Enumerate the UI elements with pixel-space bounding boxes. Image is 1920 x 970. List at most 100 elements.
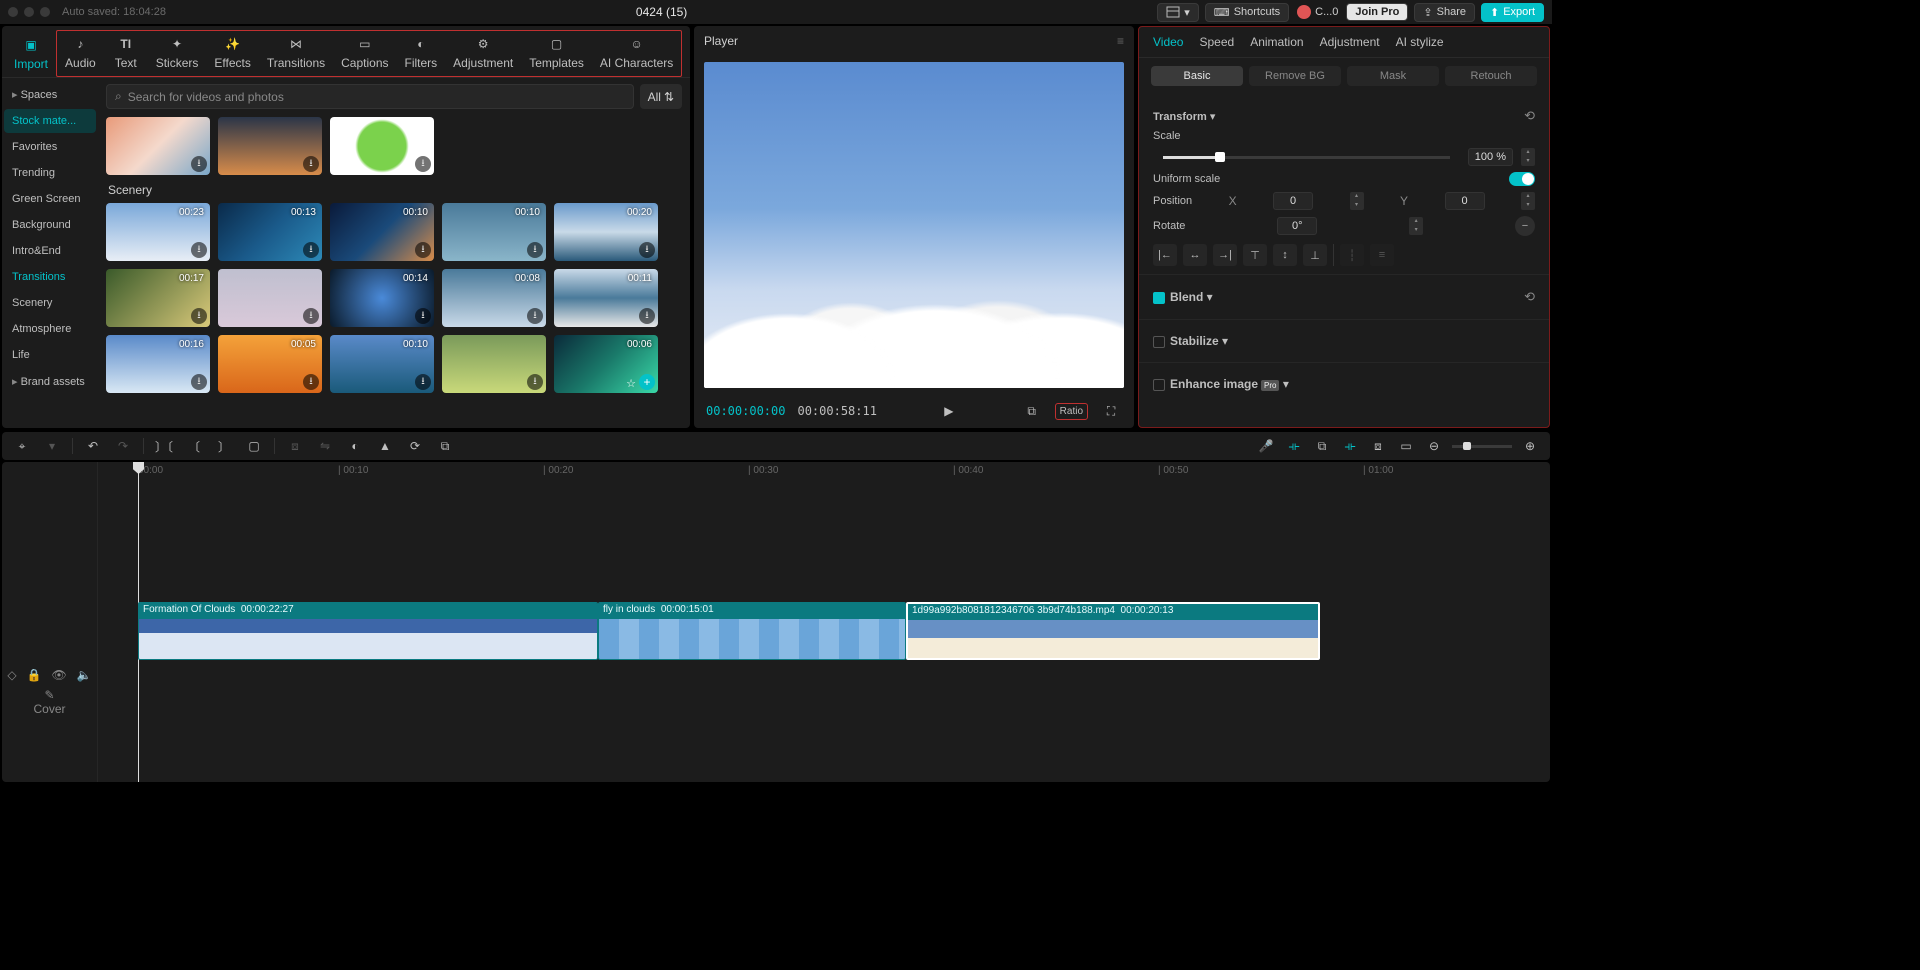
redo-icon[interactable]: ↷ <box>113 436 133 456</box>
thumbnail[interactable]: 00:11⭳ <box>554 269 658 327</box>
thumbnail[interactable]: 00:23⭳ <box>106 203 210 261</box>
tab-audio[interactable]: ♪Audio <box>57 31 104 76</box>
sidebar-item-background[interactable]: Background <box>4 213 96 237</box>
thumbnail[interactable]: ⭳ <box>442 335 546 393</box>
blend-label[interactable]: Blend ▾ <box>1153 290 1213 304</box>
rotate-icon[interactable]: ⟳ <box>405 436 425 456</box>
sidebar-item-brandassets[interactable]: Brand assets <box>4 369 96 394</box>
scale-slider[interactable] <box>1163 156 1450 159</box>
thumbnail[interactable]: 00:10⭳ <box>330 203 434 261</box>
thumbnail[interactable]: ⭳ <box>106 117 210 175</box>
stabilize-checkbox[interactable] <box>1153 336 1165 348</box>
layout-button[interactable]: ▾ <box>1157 3 1199 22</box>
pos-y-value[interactable]: 0 <box>1445 192 1485 210</box>
thumbnail[interactable]: 00:10⭳ <box>442 203 546 261</box>
sidebar-item-favorites[interactable]: Favorites <box>4 135 96 159</box>
pos-x-stepper[interactable]: ▴▾ <box>1350 192 1364 210</box>
thumbnail[interactable]: 00:08⭳ <box>442 269 546 327</box>
trim-right-icon[interactable]: 〕 <box>214 436 234 456</box>
tab-stickers[interactable]: ✦Stickers <box>148 31 207 76</box>
pos-y-stepper[interactable]: ▴▾ <box>1521 192 1535 210</box>
thumbnail[interactable]: ⭳ <box>330 117 434 175</box>
uniform-toggle[interactable] <box>1509 172 1535 186</box>
sidebar-item-transitions[interactable]: Transitions <box>4 265 96 289</box>
scale-value[interactable]: 100 % <box>1468 148 1513 166</box>
stabilize-label[interactable]: Stabilize ▾ <box>1153 334 1228 348</box>
align-vcenter-icon[interactable]: ↕ <box>1273 244 1297 266</box>
link-icon[interactable]: ⧉ <box>1312 436 1332 456</box>
gutter-eye-icon[interactable]: 👁 <box>52 668 67 682</box>
insp-tab-adjustment[interactable]: Adjustment <box>1320 35 1380 49</box>
mirror-button[interactable]: − <box>1515 216 1535 236</box>
thumbnail[interactable]: 00:13⭳ <box>218 203 322 261</box>
window-controls[interactable] <box>8 7 50 17</box>
sidebar-item-spaces[interactable]: Spaces <box>4 82 96 107</box>
thumbnail[interactable]: 00:14⭳ <box>330 269 434 327</box>
filter-all[interactable]: All ⇅ <box>640 84 682 109</box>
thumbnail[interactable]: 00:20⭳ <box>554 203 658 261</box>
tab-import[interactable]: ▣Import <box>6 32 56 77</box>
tab-transitions[interactable]: ⋈Transitions <box>259 31 333 76</box>
zoom-in-icon[interactable]: ⊕ <box>1520 436 1540 456</box>
thumbnail[interactable]: ⭳ <box>218 269 322 327</box>
split-icon[interactable]: 〕〔 <box>154 436 174 456</box>
crop-icon[interactable]: ⧉ <box>435 436 455 456</box>
reverse-icon[interactable]: ◐ <box>345 436 365 456</box>
sub-removebg[interactable]: Remove BG <box>1249 66 1341 86</box>
clip-2[interactable]: fly in clouds 00:00:15:01 <box>598 602 906 660</box>
flip-h-icon[interactable]: ▲ <box>375 436 395 456</box>
fullscreen-icon[interactable]: ⛶ <box>1100 400 1122 422</box>
mirror-h-icon[interactable]: ⇋ <box>315 436 335 456</box>
tab-aicharacters[interactable]: ☺AI Characters <box>592 31 681 76</box>
timeline[interactable]: ◇ 🔒 👁 🔈 ✎ Cover 00:00 | 00:10 | 00:20 | … <box>2 462 1550 782</box>
insp-tab-aistylize[interactable]: AI stylize <box>1396 35 1444 49</box>
zoom-slider[interactable] <box>1452 445 1512 448</box>
align-hcenter-icon[interactable]: ↔ <box>1183 244 1207 266</box>
thumbnail[interactable]: 00:17⭳ <box>106 269 210 327</box>
enhance-label[interactable]: Enhance imagePro ▾ <box>1153 377 1289 391</box>
sidebar-item-atmosphere[interactable]: Atmosphere <box>4 317 96 341</box>
sub-mask[interactable]: Mask <box>1347 66 1439 86</box>
align-right-icon[interactable]: →| <box>1213 244 1237 266</box>
tab-captions[interactable]: ▭Captions <box>333 31 396 76</box>
cursor-tool-icon[interactable]: ⌖ <box>12 436 32 456</box>
clip-1[interactable]: Formation Of Clouds 00:00:22:27 <box>138 602 598 660</box>
rotate-stepper[interactable]: ▴▾ <box>1409 217 1423 235</box>
play-button[interactable]: ▶ <box>938 400 960 422</box>
blend-reset-icon[interactable]: ⟲ <box>1524 289 1535 305</box>
freeze-icon[interactable]: ⧈ <box>285 436 305 456</box>
zoom-out-icon[interactable]: ⊖ <box>1424 436 1444 456</box>
user-chip[interactable]: C...0 <box>1295 5 1340 19</box>
align-bottom-icon[interactable]: ⊥ <box>1303 244 1327 266</box>
snapshot-icon[interactable]: ⧉ <box>1021 400 1043 422</box>
thumbnail[interactable]: 00:05⭳ <box>218 335 322 393</box>
trim-left-icon[interactable]: 〔 <box>184 436 204 456</box>
sidebar-item-introend[interactable]: Intro&End <box>4 239 96 263</box>
sidebar-item-stock[interactable]: Stock mate... <box>4 109 96 133</box>
tab-adjustment[interactable]: ⚙Adjustment <box>445 31 521 76</box>
transform-reset-icon[interactable]: ⟲ <box>1524 108 1535 124</box>
align-top-icon[interactable]: ⊤ <box>1243 244 1267 266</box>
sidebar-item-scenery[interactable]: Scenery <box>4 291 96 315</box>
sub-basic[interactable]: Basic <box>1151 66 1243 86</box>
gutter-marker-icon[interactable]: ◇ <box>7 668 16 682</box>
preview-icon[interactable]: ⧈ <box>1368 436 1388 456</box>
search-input[interactable]: ⌕Search for videos and photos <box>106 84 634 109</box>
insp-tab-video[interactable]: Video <box>1153 35 1183 49</box>
magnet-on-icon[interactable]: ⟛ <box>1284 436 1304 456</box>
cursor-dropdown-icon[interactable]: ▾ <box>42 436 62 456</box>
clip-3[interactable]: 1d99a992b8081812346706 3b9d74b188.mp4 00… <box>906 602 1320 660</box>
cover-icon[interactable]: ✎ <box>33 688 65 702</box>
sidebar-item-trending[interactable]: Trending <box>4 161 96 185</box>
gutter-lock-icon[interactable]: 🔒 <box>27 668 42 682</box>
thumbnail[interactable]: 00:16⭳ <box>106 335 210 393</box>
ratio-button[interactable]: Ratio <box>1055 403 1088 420</box>
thumbnail[interactable]: 00:10⭳ <box>330 335 434 393</box>
gutter-mute-icon[interactable]: 🔈 <box>77 668 92 682</box>
pos-x-value[interactable]: 0 <box>1273 192 1313 210</box>
thumbnail[interactable]: 00:06+☆ <box>554 335 658 393</box>
timeline-ruler[interactable]: 00:00 | 00:10 | 00:20 | 00:30 | 00:40 | … <box>98 462 1550 482</box>
snap-icon[interactable]: ⟛ <box>1340 436 1360 456</box>
delete-icon[interactable]: ▢ <box>244 436 264 456</box>
join-pro-button[interactable]: Join Pro <box>1346 3 1408 21</box>
